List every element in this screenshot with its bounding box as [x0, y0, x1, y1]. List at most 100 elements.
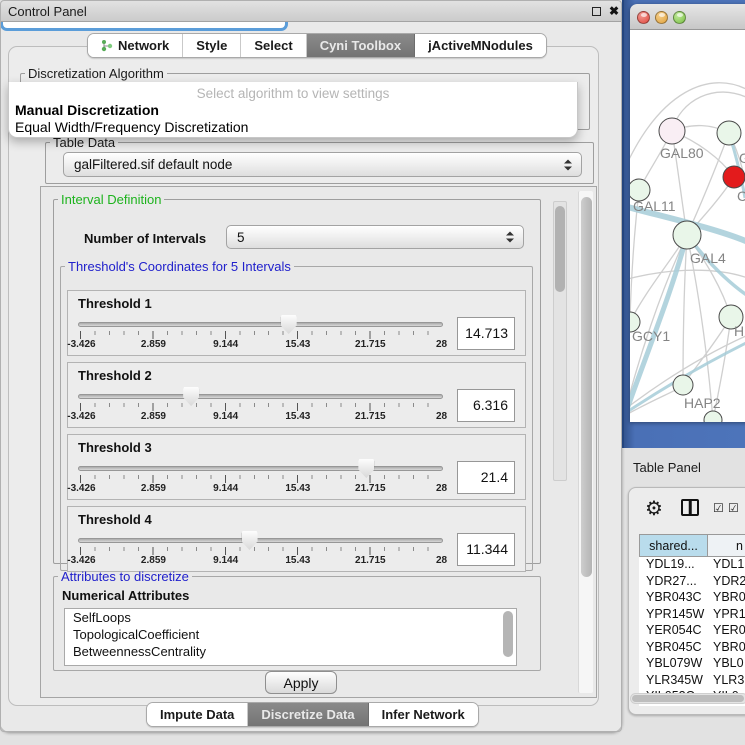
table-cell[interactable]: YLR3: [708, 673, 745, 690]
threshold-1-slider[interactable]: -3.4262.8599.14415.4321.71528: [78, 315, 443, 351]
tick-label: -3.426: [67, 339, 95, 350]
table-cell[interactable]: YDR2: [708, 574, 745, 591]
slider-track[interactable]: [78, 394, 443, 399]
threshold-4-slider[interactable]: -3.4262.8599.14415.4321.71528: [78, 531, 443, 567]
table-cell[interactable]: YBL0: [708, 656, 745, 673]
outer-scrollbar[interactable]: [578, 191, 593, 693]
tick-label: -3.426: [67, 411, 95, 422]
table-row[interactable]: YER054CYER0: [639, 623, 745, 640]
table-cell[interactable]: YBR0: [708, 590, 745, 607]
tick-label: 9.144: [213, 411, 238, 422]
slider-track[interactable]: [78, 538, 443, 543]
table-row[interactable]: YPR145WYPR1: [639, 607, 745, 624]
dropdown-option-equal-width-frequency[interactable]: Equal Width/Frequency Discretization: [15, 119, 248, 135]
list-scrollbar[interactable]: [503, 611, 514, 663]
table-cell[interactable]: YPR145W: [639, 607, 708, 624]
horizontal-scrollbar[interactable]: [630, 693, 745, 704]
threshold-1-value[interactable]: 14.713: [457, 317, 515, 350]
checkbox-icon[interactable]: ☑: [728, 501, 739, 515]
slider-track[interactable]: [78, 322, 443, 327]
minimize-traffic-light-icon[interactable]: [655, 11, 668, 24]
table-cell[interactable]: YER054C: [639, 623, 708, 640]
tab-jactivemnodules[interactable]: jActiveMNodules: [415, 34, 546, 57]
list-item[interactable]: SelfLoops: [65, 609, 516, 626]
table-body[interactable]: YDL19...YDL1YDR27...YDR2YBR043CYBR0YPR14…: [639, 557, 745, 706]
checkbox-icon[interactable]: ☑: [713, 501, 724, 515]
node-label: GAL4: [690, 250, 726, 266]
threshold-3-slider[interactable]: -3.4262.8599.14415.4321.71528: [78, 459, 443, 495]
stepper-arrows-icon: [506, 232, 514, 243]
threshold-4-value[interactable]: 11.344: [457, 533, 515, 566]
dropdown-option-manual-discretization[interactable]: Manual Discretization: [15, 102, 159, 118]
tick-label: 15.43: [285, 483, 310, 494]
node[interactable]: [717, 121, 741, 145]
tick-label: 9.144: [213, 483, 238, 494]
tab-infer-network[interactable]: Infer Network: [369, 703, 478, 726]
node[interactable]: [704, 411, 722, 422]
table-row[interactable]: YBR043CYBR0: [639, 590, 745, 607]
column-header-name[interactable]: n: [708, 535, 745, 557]
table-cell[interactable]: YER0: [708, 623, 745, 640]
table-cell[interactable]: YPR1: [708, 607, 745, 624]
slider-tick-labels: -3.4262.8599.14415.4321.71528: [80, 411, 441, 422]
table-cell[interactable]: YBL079W: [639, 656, 708, 673]
table-row[interactable]: YBL079WYBL0: [639, 656, 745, 673]
slider-ticks: [80, 403, 441, 411]
threshold-1-row: Threshold 1 -3.4262.8599.14415.4321.7152…: [67, 290, 526, 356]
column-header-shared-name[interactable]: shared...: [639, 535, 708, 557]
threshold-2-slider[interactable]: -3.4262.8599.14415.4321.71528: [78, 387, 443, 423]
list-item[interactable]: BetweennessCentrality: [65, 643, 516, 660]
dropdown-hint: Select algorithm to view settings: [9, 86, 577, 101]
tick-label: 21.715: [355, 411, 386, 422]
table-cell[interactable]: YBR043C: [639, 590, 708, 607]
threshold-label: Threshold 1: [78, 296, 515, 311]
tab-impute-data[interactable]: Impute Data: [147, 703, 248, 726]
tab-style[interactable]: Style: [183, 34, 241, 57]
tab-discretize-data[interactable]: Discretize Data: [248, 703, 368, 726]
gear-icon[interactable]: ⚙: [645, 496, 663, 521]
node-gal4[interactable]: [673, 221, 701, 249]
node-red-selected[interactable]: [723, 166, 745, 188]
threshold-3-value[interactable]: 21.4: [457, 461, 515, 494]
tick-label: 15.43: [285, 339, 310, 350]
split-columns-icon[interactable]: [681, 499, 699, 516]
zoom-traffic-light-icon[interactable]: [673, 11, 686, 24]
tab-network[interactable]: Network: [88, 34, 183, 57]
settings-scrollpane: Interval Definition Number of Intervals …: [40, 186, 597, 698]
slider-track[interactable]: [78, 466, 443, 471]
algorithm-combobox[interactable]: [0, 0, 288, 31]
tab-label: Style: [196, 38, 227, 53]
table-cell[interactable]: YDL19...: [639, 557, 708, 574]
node-table: shared... n YDL19...YDL1YDR27...YDR2YBR0…: [639, 534, 745, 706]
table-cell[interactable]: YDL1: [708, 557, 745, 574]
table-cell[interactable]: YBR0: [708, 640, 745, 657]
tick-label: -3.426: [67, 483, 95, 494]
list-item[interactable]: TopologicalCoefficient: [65, 626, 516, 643]
top-tab-bar: Network Style Select Cyni Toolbox jActiv…: [87, 33, 547, 58]
node-hap2[interactable]: [673, 375, 693, 395]
tick-label: 15.43: [285, 555, 310, 566]
network-window-titlebar[interactable]: [630, 4, 745, 30]
tab-select[interactable]: Select: [241, 34, 306, 57]
apply-button[interactable]: Apply: [265, 671, 337, 694]
table-cell[interactable]: YDR27...: [639, 574, 708, 591]
tab-cyni-toolbox[interactable]: Cyni Toolbox: [307, 34, 415, 57]
table-row[interactable]: YDL19...YDL1: [639, 557, 745, 574]
close-traffic-light-icon[interactable]: [637, 11, 650, 24]
numerical-attributes-list[interactable]: SelfLoops TopologicalCoefficient Between…: [64, 608, 517, 666]
inner-scrollbar[interactable]: [553, 201, 567, 481]
table-row[interactable]: YLR345WYLR3: [639, 673, 745, 690]
network-canvas[interactable]: GAL80 GAL11 GAL4 GCY1 HAP2 H C G: [630, 30, 745, 422]
table-cell[interactable]: YBR045C: [639, 640, 708, 657]
number-of-intervals-combobox[interactable]: 5: [226, 225, 524, 249]
threshold-3-row: Threshold 3 -3.4262.8599.14415.4321.7152…: [67, 434, 526, 500]
table-data-combobox[interactable]: galFiltered.sif default node: [63, 152, 582, 177]
threshold-2-value[interactable]: 6.316: [457, 389, 515, 422]
table-cell[interactable]: YLR345W: [639, 673, 708, 690]
node-gal80[interactable]: [659, 118, 685, 144]
control-panel-window: Control Panel ✖ Network Style Select Cyn…: [0, 0, 622, 732]
group-title: Discretization Algorithm: [25, 66, 167, 81]
table-row[interactable]: YDR27...YDR2: [639, 574, 745, 591]
screenshot-stage: Control Panel ✖ Network Style Select Cyn…: [0, 0, 745, 745]
table-row[interactable]: YBR045CYBR0: [639, 640, 745, 657]
